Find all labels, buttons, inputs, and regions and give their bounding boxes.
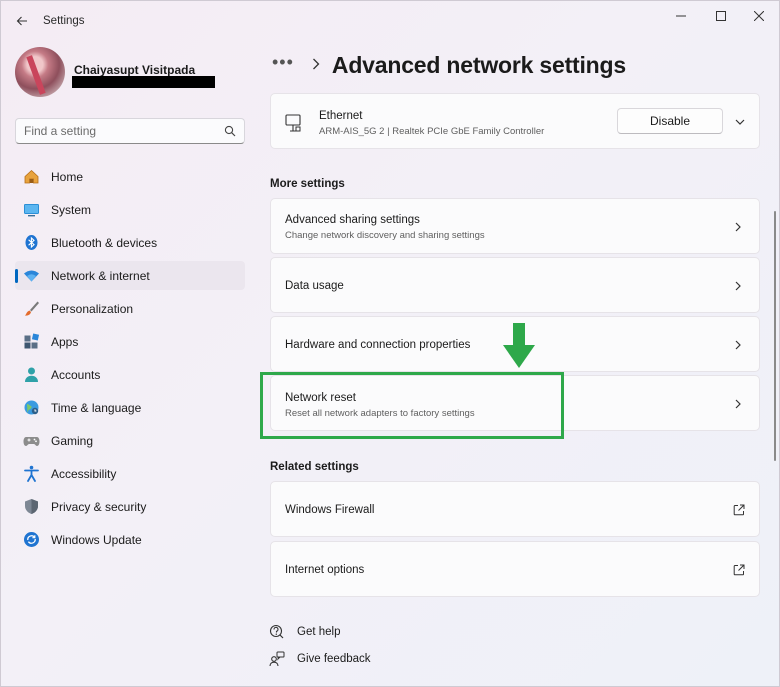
get-help-link[interactable]: Get help [269,622,340,642]
get-help-label: Get help [297,626,341,638]
sidebar-item-home[interactable]: Home [15,162,245,191]
sidebar-nav: Home System Bluetooth & devices Network … [15,162,245,558]
sidebar-item-label: Personalization [51,302,134,316]
sidebar-item-apps[interactable]: Apps [15,327,245,356]
shield-icon [23,498,40,515]
ethernet-icon [285,114,301,132]
close-icon [754,11,764,21]
chevron-right-icon [735,281,741,291]
close-button[interactable] [739,5,779,27]
give-feedback-label: Give feedback [297,653,371,665]
apps-icon [23,333,40,350]
profile-name: Chaiyasupt Visitpada [74,63,196,77]
sidebar-item-time-language[interactable]: Time & language [15,393,245,422]
open-external-icon [733,564,745,576]
sidebar-item-label: Accessibility [51,467,117,481]
sidebar-item-network[interactable]: Network & internet [15,261,245,290]
sidebar-item-system[interactable]: System [15,195,245,224]
brush-icon [23,300,40,317]
sidebar-item-label: Windows Update [51,533,142,547]
search-input[interactable] [24,119,214,143]
chevron-right-icon [735,399,741,409]
back-arrow-icon [16,16,27,26]
data-usage-card[interactable]: Data usage [270,257,760,313]
network-reset-highlight-box [260,372,564,439]
account-icon [23,366,40,383]
card-subtitle: Change network discovery and sharing set… [285,230,485,241]
settings-window: Settings Chaiyasupt Visitpada Home [0,0,780,687]
sidebar-item-windows-update[interactable]: Windows Update [15,525,245,554]
ethernet-card: Ethernet ARM-AIS_5G 2 | Realtek PCIe GbE… [270,93,760,149]
scrollbar[interactable] [774,211,776,461]
down-arrow-icon [503,323,535,368]
sidebar-item-accessibility[interactable]: Accessibility [15,459,245,488]
chevron-right-icon [735,340,741,350]
page-title: Advanced network settings [331,51,626,78]
chevron-right-icon [735,222,741,232]
breadcrumb: ••• Advanced network settings [272,51,626,79]
accessibility-icon [23,465,40,482]
sidebar-item-gaming[interactable]: Gaming [15,426,245,455]
feedback-icon [269,651,285,667]
sidebar-item-label: Home [51,170,84,184]
update-icon [23,531,40,548]
sidebar-item-personalization[interactable]: Personalization [15,294,245,323]
minimize-button[interactable] [661,5,701,27]
avatar [15,47,65,97]
globe-icon [23,399,40,416]
sidebar-item-accounts[interactable]: Accounts [15,360,245,389]
back-button[interactable] [11,10,33,32]
card-title: Hardware and connection properties [285,339,471,351]
open-external-icon [733,504,745,516]
card-title: Windows Firewall [285,504,375,516]
ethernet-subtitle: ARM-AIS_5G 2 | Realtek PCIe GbE Family C… [319,126,545,137]
card-title: Data usage [285,280,344,292]
disable-button[interactable]: Disable [617,108,723,134]
sidebar-item-privacy[interactable]: Privacy & security [15,492,245,521]
system-icon [23,201,40,218]
app-title: Settings [43,15,85,27]
sidebar-item-label: Gaming [51,434,94,448]
title-bar: Settings [1,1,779,41]
chevron-down-icon[interactable] [735,117,745,127]
sidebar-item-label: Bluetooth & devices [51,236,158,250]
maximize-icon [716,11,726,21]
sidebar-item-label: Network & internet [51,269,150,283]
user-profile[interactable]: Chaiyasupt Visitpada [15,47,255,101]
sidebar-item-label: Time & language [51,401,142,415]
chevron-right-icon [312,57,320,73]
sidebar-item-label: System [51,203,92,217]
minimize-icon [676,15,686,17]
card-title: Internet options [285,564,365,576]
search-box[interactable] [15,118,245,144]
wifi-icon [23,267,40,284]
internet-options-card[interactable]: Internet options [270,541,760,597]
profile-email-redacted [72,76,215,88]
windows-firewall-card[interactable]: Windows Firewall [270,481,760,537]
related-settings-heading: Related settings [270,461,359,473]
sidebar-item-bluetooth[interactable]: Bluetooth & devices [15,228,245,257]
ethernet-title: Ethernet [319,110,363,122]
bluetooth-icon [23,234,40,251]
more-settings-heading: More settings [270,178,345,190]
search-icon [224,125,236,137]
maximize-button[interactable] [701,5,741,27]
sidebar-item-label: Apps [51,335,79,349]
give-feedback-link[interactable]: Give feedback [269,649,371,669]
sidebar-item-label: Accounts [51,368,101,382]
home-icon [23,168,40,185]
breadcrumb-more-button[interactable]: ••• [272,52,294,73]
sidebar-item-label: Privacy & security [51,500,147,514]
card-title: Advanced sharing settings [285,214,420,226]
help-icon [269,624,285,640]
advanced-sharing-settings-card[interactable]: Advanced sharing settings Change network… [270,198,760,254]
gamepad-icon [23,432,40,449]
